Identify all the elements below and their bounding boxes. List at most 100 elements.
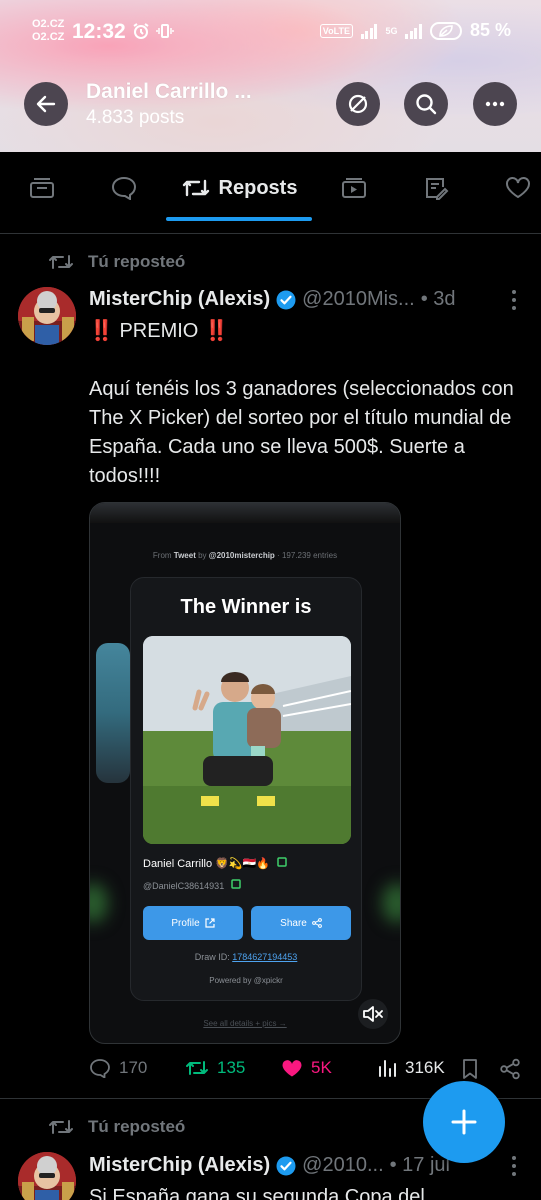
repost-context-label: Tú reposteó	[88, 1117, 186, 1136]
post-menu-button[interactable]	[511, 1155, 517, 1183]
alarm-icon	[132, 22, 150, 45]
grok-button[interactable]	[336, 82, 380, 126]
avatar[interactable]	[18, 1152, 76, 1200]
post-age: • 3d	[420, 288, 456, 310]
media-frame-top	[90, 503, 400, 523]
post-menu-button[interactable]	[511, 289, 517, 317]
tab-articles[interactable]	[408, 152, 464, 224]
profile-post-count: 4.833 posts	[86, 107, 185, 128]
tab-reposts[interactable]: Reposts	[166, 152, 312, 224]
repost-icon	[182, 179, 209, 197]
bookmark-icon	[463, 1059, 477, 1079]
article-icon	[426, 178, 449, 200]
decoration	[90, 883, 108, 923]
bookmark-action[interactable]	[461, 1058, 479, 1080]
tab-replies[interactable]	[96, 152, 152, 224]
repost-icon	[49, 1120, 73, 1134]
repost-action[interactable]: 135	[185, 1058, 245, 1078]
draw-id: Draw ID: 1784627194453	[194, 952, 298, 962]
tab-likes[interactable]	[490, 152, 541, 224]
powered-by: Powered by @xpickr	[209, 976, 283, 985]
author-name[interactable]: MisterChip (Alexis)	[89, 288, 270, 311]
volte-badge: VoLTE	[319, 23, 353, 38]
more-options-button[interactable]	[473, 82, 517, 126]
reply-count: 170	[119, 1058, 148, 1077]
winner-photo	[143, 636, 351, 844]
analytics-icon	[379, 1060, 396, 1077]
network-label: 5G	[385, 25, 398, 36]
repost-context-label: Tú reposteó	[88, 252, 186, 271]
search-button[interactable]	[404, 82, 448, 126]
compose-button[interactable]	[423, 1081, 505, 1163]
posts-icon	[30, 178, 54, 198]
signal-icon-2	[405, 23, 422, 39]
arrow-left-icon	[36, 95, 56, 113]
speaker-muted-icon	[363, 1006, 383, 1022]
battery-icon	[429, 21, 462, 40]
views-action[interactable]: 316K	[377, 1058, 445, 1078]
carrier-label: O2.CZ O2.CZ	[32, 18, 65, 43]
profile-name: Daniel Carrillo ...	[86, 80, 252, 103]
share-action[interactable]	[499, 1058, 521, 1080]
post-body: Si España gana su segunda Copa del	[89, 1186, 425, 1200]
tab-posts[interactable]	[14, 152, 70, 224]
search-icon	[416, 94, 437, 115]
post-author: MisterChip (Alexis) @2010Mis... • 3d	[89, 288, 456, 311]
more-vertical-icon	[512, 290, 516, 310]
mute-button[interactable]	[358, 999, 388, 1029]
tab-media[interactable]	[326, 152, 382, 224]
plus-icon	[451, 1109, 477, 1135]
author-name[interactable]: MisterChip (Alexis)	[89, 1154, 270, 1177]
status-bar: O2.CZ O2.CZ 12:32 VoLTE 5G 85 %	[0, 14, 541, 54]
reply-icon	[111, 176, 137, 200]
repost-context: Tú reposteó	[48, 252, 185, 272]
post-media-video[interactable]: From Tweet by @2010misterchip · 197.239 …	[89, 502, 401, 1044]
winner-handle: @DanielC38614931	[143, 878, 241, 891]
grok-icon	[348, 94, 368, 114]
post-author: MisterChip (Alexis) @2010... • 17 jul	[89, 1154, 450, 1177]
heart-filled-icon	[282, 1060, 302, 1077]
external-link-icon	[205, 918, 215, 928]
tab-reposts-label: Reposts	[218, 176, 298, 199]
share-icon	[311, 918, 322, 928]
repost-count: 135	[217, 1058, 246, 1077]
more-horizontal-icon	[485, 101, 505, 107]
draw-id-link[interactable]: 1784627194453	[232, 952, 297, 962]
see-all-details-link[interactable]: See all details + pics →	[90, 1019, 400, 1028]
clock: 12:32	[72, 20, 126, 43]
vibrate-icon	[156, 22, 174, 45]
verified-badge-icon	[276, 1156, 296, 1175]
media-source-line: From Tweet by @2010misterchip · 197.239 …	[152, 551, 338, 560]
back-button[interactable]	[24, 82, 68, 126]
post-headline: ‼️ PREMIO ‼️	[89, 320, 229, 342]
repost-icon	[186, 1061, 208, 1075]
reply-icon	[90, 1059, 110, 1078]
post-age: • 17 jul	[389, 1154, 450, 1176]
active-tab-indicator	[166, 217, 312, 221]
copy-icon	[230, 879, 241, 889]
winner-name: Daniel Carrillo 🦁💫🇪🇬🔥	[143, 856, 287, 870]
author-handle[interactable]: @2010Mis...	[302, 288, 415, 311]
signal-icon	[360, 23, 378, 39]
decoration	[382, 883, 400, 923]
more-vertical-icon	[512, 1156, 516, 1176]
video-icon	[342, 178, 366, 198]
post-text: ‼️ PREMIO ‼️ Aquí tenéis los 3 ganadores…	[89, 317, 519, 491]
post-body: Aquí tenéis los 3 ganadores (seleccionad…	[89, 378, 514, 487]
avatar-image	[18, 287, 76, 345]
winner-title: The Winner is	[180, 596, 312, 618]
author-handle[interactable]: @2010...	[302, 1154, 383, 1177]
share-button[interactable]: Share	[251, 906, 351, 940]
avatar[interactable]	[18, 287, 76, 345]
verified-badge-icon	[276, 290, 296, 309]
profile-button[interactable]: Profile	[143, 906, 243, 940]
avatar-image	[18, 1152, 76, 1200]
view-count: 316K	[405, 1058, 445, 1077]
winner-card: The Winner is Daniel Carrillo 🦁💫🇪🇬🔥 @Dan…	[130, 577, 362, 1001]
like-action[interactable]: 5K	[281, 1058, 332, 1078]
copy-icon	[277, 857, 287, 867]
status-right: VoLTE 5G 85 %	[319, 20, 511, 41]
repost-context: Tú reposteó	[48, 1117, 185, 1137]
reply-action[interactable]: 170	[89, 1058, 147, 1078]
share-icon	[500, 1058, 520, 1080]
